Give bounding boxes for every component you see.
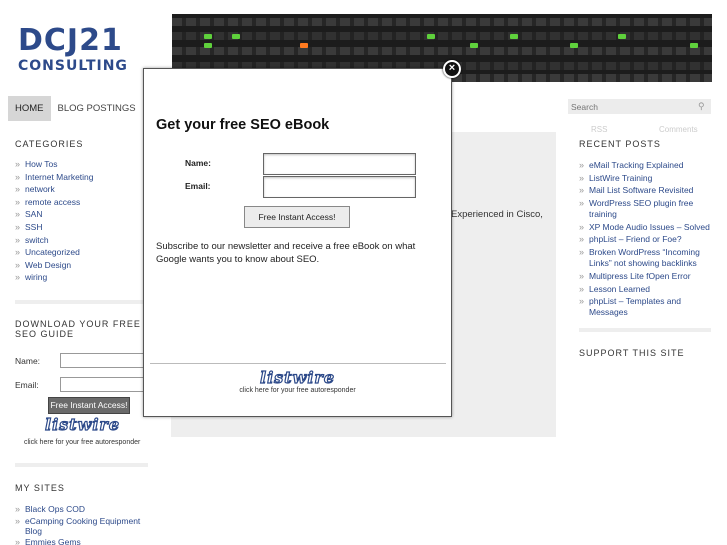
category-link[interactable]: network bbox=[15, 183, 145, 196]
modal-description: Subscribe to our newsletter and receive … bbox=[156, 241, 416, 265]
categories-widget: CATEGORIES How Tos Internet Marketing ne… bbox=[15, 139, 145, 284]
modal-title: Get your free SEO eBook bbox=[156, 117, 330, 133]
sidebar-divider bbox=[579, 328, 711, 332]
main-nav: HOME BLOG POSTINGS bbox=[8, 96, 143, 121]
nav-item-home[interactable]: HOME bbox=[8, 96, 51, 121]
seo-ebook-modal: Get your free SEO eBook Name: Email: Fre… bbox=[143, 68, 452, 417]
recent-posts-title: RECENT POSTS bbox=[579, 139, 661, 149]
modal-listwire-link[interactable]: listwire click here for your free autore… bbox=[144, 367, 451, 394]
my-sites-title: MY SITES bbox=[15, 483, 65, 493]
category-link[interactable]: SSH bbox=[15, 221, 145, 234]
recent-post-link[interactable]: Multipress Lite fOpen Error bbox=[579, 271, 711, 282]
recent-post-link[interactable]: phpList – Friend or Foe? bbox=[579, 234, 711, 245]
recent-post-link[interactable]: Mail List Software Revisited bbox=[579, 185, 711, 196]
modal-email-field[interactable] bbox=[263, 176, 416, 198]
recent-post-link[interactable]: WordPress SEO plugin free training bbox=[579, 198, 711, 220]
sidebar-email-label: Email: bbox=[15, 380, 39, 390]
modal-name-field[interactable] bbox=[263, 153, 416, 175]
site-link[interactable]: Black Ops COD bbox=[15, 503, 150, 516]
close-icon[interactable]: × bbox=[443, 60, 461, 78]
recent-post-link[interactable]: eMail Tracking Explained bbox=[579, 160, 711, 171]
nav-item-blog-postings[interactable]: BLOG POSTINGS bbox=[51, 96, 143, 121]
recent-post-link[interactable]: XP Mode Audio Issues – Solved bbox=[579, 222, 711, 233]
modal-divider bbox=[150, 363, 446, 364]
support-title: SUPPORT THIS SITE bbox=[579, 348, 685, 358]
my-sites-widget: MY SITES Black Ops COD eCamping Cooking … bbox=[15, 483, 150, 545]
sidebar-email-field[interactable] bbox=[60, 377, 150, 392]
sidebar-divider bbox=[15, 300, 148, 304]
category-link[interactable]: How Tos bbox=[15, 158, 145, 171]
content-text: Experienced in Cisco, bbox=[451, 209, 543, 220]
modal-email-label: Email: bbox=[185, 181, 211, 191]
modal-submit-button[interactable]: Free Instant Access! bbox=[244, 206, 350, 228]
recent-post-link[interactable]: phpList – Templates and Messages bbox=[579, 296, 711, 318]
logo-text-sub: CONSULTING bbox=[18, 58, 128, 74]
sidebar-submit-button[interactable]: Free Instant Access! bbox=[48, 397, 130, 414]
categories-title: CATEGORIES bbox=[15, 139, 84, 149]
sidebar-optin-widget: DOWNLOAD YOUR FREE SEO GUIDE Name: Email… bbox=[15, 319, 155, 392]
sidebar-optin-title: DOWNLOAD YOUR FREE SEO GUIDE bbox=[15, 319, 141, 339]
recent-posts-widget: RSS Comments RECENT POSTS eMail Tracking… bbox=[579, 125, 711, 320]
modal-listwire-caption[interactable]: click here for your free autoresponder bbox=[144, 387, 451, 394]
category-link[interactable]: remote access bbox=[15, 196, 145, 209]
category-link[interactable]: switch bbox=[15, 234, 145, 247]
sidebar-name-label: Name: bbox=[15, 356, 41, 366]
modal-listwire-logo[interactable]: listwire bbox=[144, 367, 451, 387]
sidebar-listwire-logo[interactable]: listwire bbox=[44, 414, 120, 434]
search-input[interactable] bbox=[568, 99, 711, 114]
category-link[interactable]: SAN bbox=[15, 208, 145, 221]
category-link[interactable]: Uncategorized bbox=[15, 246, 145, 259]
modal-name-label: Name: bbox=[185, 158, 211, 168]
category-link[interactable]: Internet Marketing bbox=[15, 171, 145, 184]
comments-feed-link[interactable]: Comments bbox=[659, 125, 698, 134]
recent-post-link[interactable]: Broken WordPress “Incoming Links” not sh… bbox=[579, 247, 711, 269]
site-logo[interactable]: DCJ21 CONSULTING bbox=[18, 23, 148, 75]
search-icon[interactable]: ⚲ bbox=[698, 101, 708, 111]
site-link[interactable]: Emmies Gems bbox=[15, 536, 150, 545]
recent-post-link[interactable]: ListWire Training bbox=[579, 173, 711, 184]
recent-post-link[interactable]: Lesson Learned bbox=[579, 284, 711, 295]
site-link[interactable]: eCamping Cooking Equipment Blog bbox=[15, 516, 150, 536]
category-link[interactable]: wiring bbox=[15, 271, 145, 284]
category-link[interactable]: Web Design bbox=[15, 259, 145, 272]
logo-text-main: DCJ21 bbox=[18, 23, 123, 58]
rss-link[interactable]: RSS bbox=[591, 125, 607, 134]
sidebar-divider bbox=[15, 463, 148, 467]
sidebar-listwire-caption[interactable]: click here for your free autoresponder bbox=[24, 439, 140, 446]
sidebar-name-field[interactable] bbox=[60, 353, 150, 368]
